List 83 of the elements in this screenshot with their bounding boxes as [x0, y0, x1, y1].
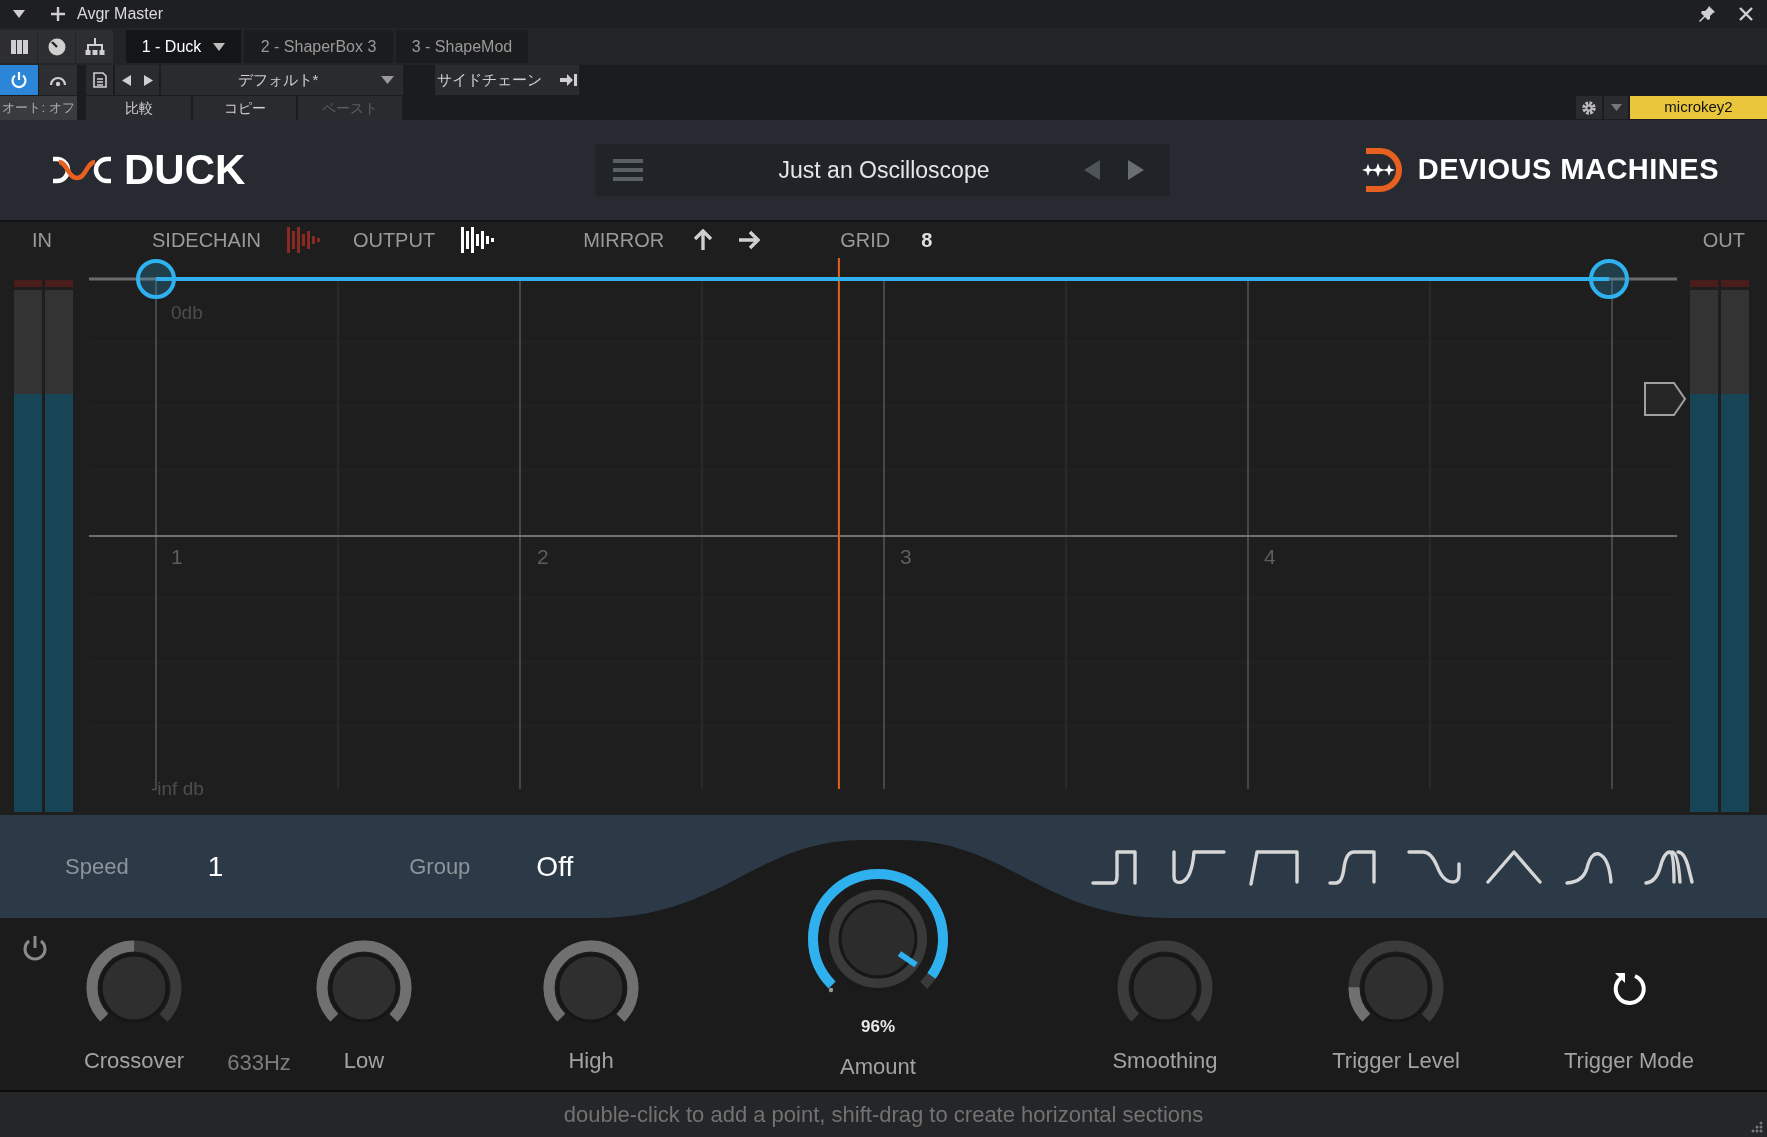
level-handle[interactable] [1644, 382, 1687, 416]
preset-list-button[interactable] [86, 65, 113, 95]
knob-label: Crossover [83, 1047, 185, 1075]
close-icon[interactable] [1738, 6, 1754, 22]
settings-button[interactable] [1576, 96, 1602, 119]
value-readout: 633Hz [227, 1049, 291, 1077]
preset-name: Just an Oscilloscope [777, 155, 991, 185]
caret-icon [213, 42, 226, 51]
power-icon [10, 71, 28, 89]
sidechain-button[interactable]: サイドチェーン [435, 65, 579, 95]
output-meter-label: OUT [1702, 228, 1745, 253]
next-icon[interactable] [1128, 160, 1144, 180]
knob-button[interactable] [38, 30, 75, 63]
knob-label: Trigger Level [1332, 1047, 1460, 1075]
menu-button[interactable] [612, 156, 644, 184]
plugin-tab[interactable]: 3 - ShapeMod [396, 30, 528, 63]
curve-point[interactable] [1589, 259, 1629, 299]
speed-value[interactable]: 1 [207, 845, 224, 888]
arrow-to-bar-icon [559, 74, 578, 86]
input-label: IN [32, 228, 52, 253]
monitor-button[interactable] [39, 65, 77, 95]
beat-number: 4 [1264, 544, 1276, 568]
dip-shape-icon[interactable] [1170, 847, 1226, 886]
arrow-right-icon[interactable] [738, 230, 761, 250]
preset-dropdown[interactable]: デフォルト* [161, 65, 403, 95]
curve-point[interactable] [136, 259, 176, 299]
knob-label: Smoothing [1112, 1047, 1218, 1075]
beat-number: 1 [171, 544, 183, 568]
brand-name: DEVIOUS MACHINES [1417, 152, 1719, 188]
document-icon [92, 72, 107, 88]
menu-icon [613, 158, 643, 182]
columns-button[interactable] [0, 30, 37, 63]
speed-label: Speed [65, 853, 129, 881]
knob-label: Low [343, 1047, 385, 1075]
knob-label: Trigger Mode [1564, 1047, 1694, 1075]
clip-indicator [1721, 280, 1749, 287]
settings-icon [1581, 99, 1597, 116]
dropdown-button[interactable] [1604, 96, 1628, 119]
window-title: Avgr Master [77, 4, 163, 24]
mirror-label: MIRROR [583, 228, 665, 253]
arrow-up-icon[interactable] [693, 229, 714, 251]
toolbar-button[interactable]: 比較 [86, 96, 191, 120]
dropdown-caret-icon[interactable] [12, 9, 26, 19]
curve-extension-line [89, 277, 156, 281]
caret-icon [1610, 104, 1622, 111]
group-label: Group [409, 853, 471, 881]
routing-icon [84, 36, 105, 57]
plugin-tab[interactable]: 1 - Duck [126, 30, 241, 63]
auto-button[interactable]: オート: オフ [0, 96, 77, 120]
clip-indicator [14, 280, 42, 287]
previous-preset-button[interactable] [115, 65, 137, 95]
power-icon[interactable] [22, 934, 48, 962]
knob-value: 96% [861, 1016, 895, 1038]
status-message: double-click to add a point, shift-drag to create horizontal sections [563, 1101, 1204, 1129]
s-fall-shape-icon[interactable] [1407, 847, 1463, 886]
beat-number: 2 [537, 544, 549, 568]
curve-extension-line [1609, 277, 1677, 281]
triangle-shape-icon[interactable] [1486, 847, 1542, 886]
routing-button[interactable] [76, 30, 113, 63]
group-value[interactable]: Off [536, 845, 574, 888]
grid-value[interactable]: 8 [921, 225, 933, 255]
knob-icon [46, 36, 67, 57]
logo-text: DUCK [124, 149, 246, 191]
next-preset-button[interactable] [137, 65, 159, 95]
knob-label: Amount [840, 1052, 916, 1081]
clip-indicator [45, 280, 73, 287]
sidechain-label: SIDECHAIN [152, 228, 261, 253]
resize-grip-icon[interactable] [1751, 1121, 1763, 1133]
triangle-left-icon [121, 74, 131, 86]
grid-label: GRID [840, 228, 891, 253]
triangle-right-icon [143, 74, 153, 86]
beat-number: 3 [900, 544, 912, 568]
add-icon[interactable] [50, 6, 66, 22]
output-label: OUTPUT [352, 228, 436, 253]
power-button[interactable] [0, 65, 38, 95]
caret-icon [381, 76, 394, 84]
clip-indicator [1690, 280, 1718, 287]
plugin-tab[interactable]: 2 - ShaperBox 3 [244, 30, 393, 63]
waveform-icon[interactable] [461, 226, 496, 254]
knob-label: High [568, 1047, 614, 1075]
pin-icon[interactable] [1698, 5, 1716, 23]
toolbar-button[interactable]: コピー [193, 96, 296, 120]
device-button[interactable]: microkey2 [1630, 96, 1767, 119]
